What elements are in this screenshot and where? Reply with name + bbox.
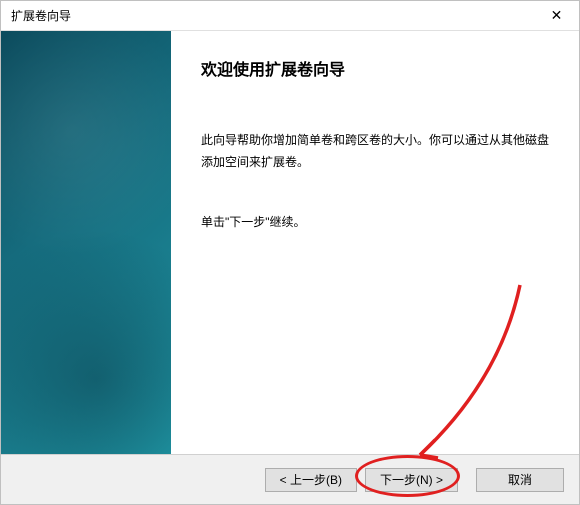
close-button[interactable]: ✕ (534, 1, 579, 31)
next-button[interactable]: 下一步(N) > (365, 468, 458, 492)
back-button[interactable]: < 上一步(B) (265, 468, 357, 492)
wizard-dialog: 扩展卷向导 ✕ 欢迎使用扩展卷向导 此向导帮助你增加简单卷和跨区卷的大小。你可以… (0, 0, 580, 505)
wizard-instruction: 单击"下一步"继续。 (201, 213, 549, 230)
close-icon: ✕ (551, 7, 563, 24)
wizard-sidebar-image (1, 31, 171, 454)
wizard-description: 此向导帮助你增加简单卷和跨区卷的大小。你可以通过从其他磁盘添加空间来扩展卷。 (201, 130, 549, 173)
button-bar: < 上一步(B) 下一步(N) > 取消 (1, 454, 579, 504)
content-area: 欢迎使用扩展卷向导 此向导帮助你增加简单卷和跨区卷的大小。你可以通过从其他磁盘添… (1, 31, 579, 454)
cancel-button[interactable]: 取消 (476, 468, 564, 492)
wizard-heading: 欢迎使用扩展卷向导 (201, 56, 549, 80)
main-content: 欢迎使用扩展卷向导 此向导帮助你增加简单卷和跨区卷的大小。你可以通过从其他磁盘添… (171, 31, 579, 454)
dialog-title: 扩展卷向导 (11, 7, 71, 24)
titlebar: 扩展卷向导 ✕ (1, 1, 579, 31)
